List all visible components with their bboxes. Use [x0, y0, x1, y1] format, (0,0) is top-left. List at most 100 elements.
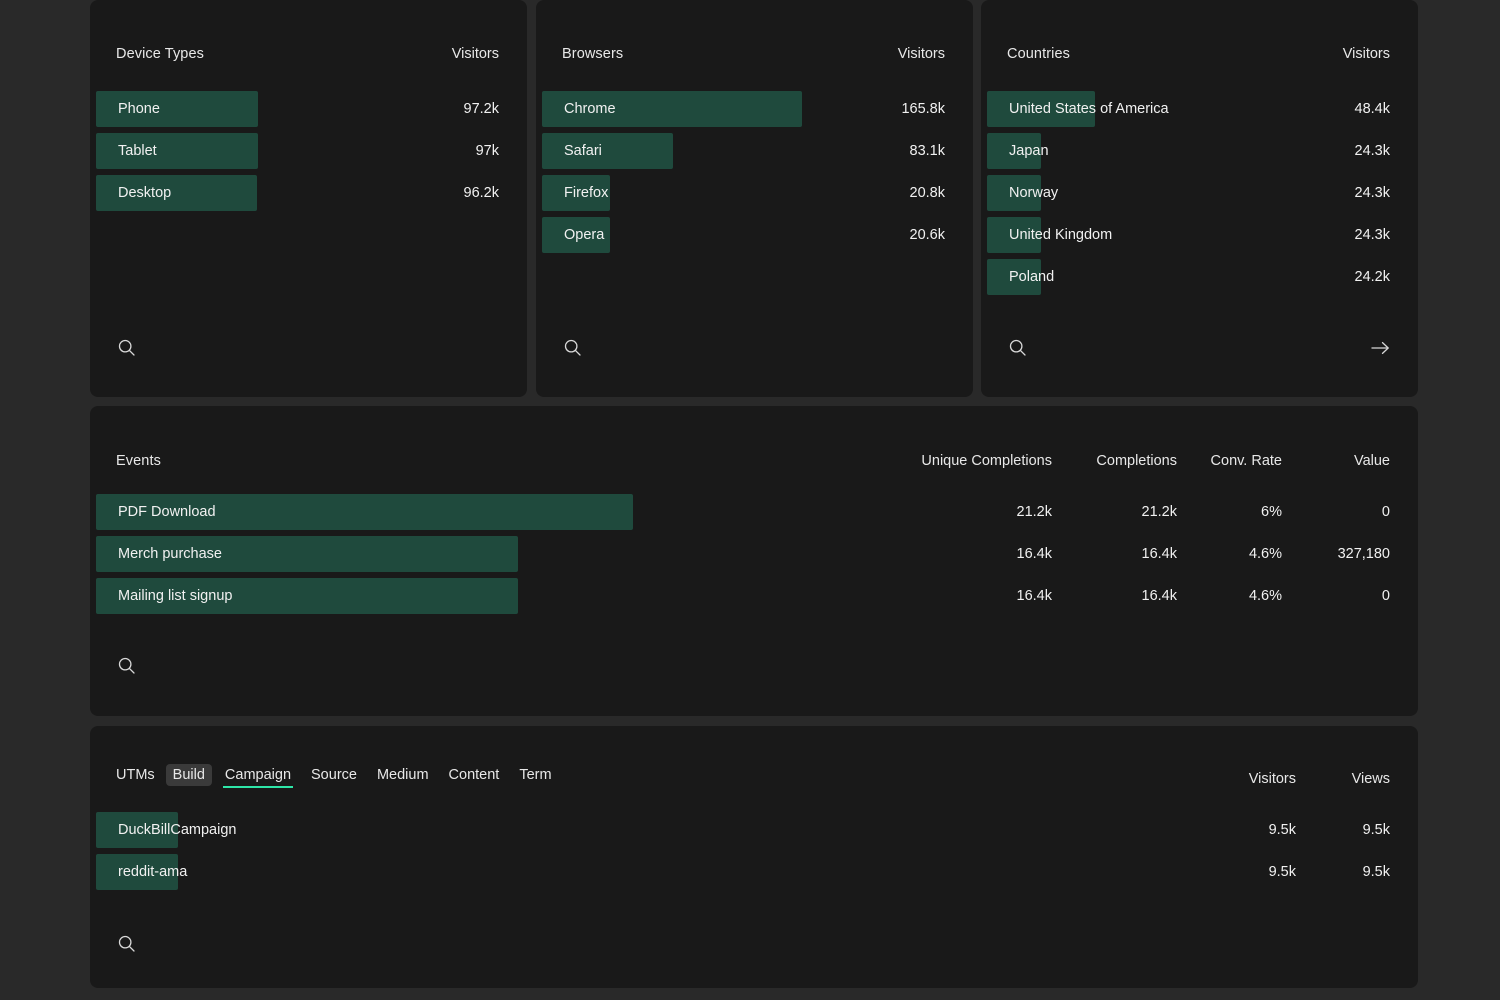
table-row[interactable]: Chrome 165.8k	[542, 91, 945, 127]
row-label: reddit-ama	[118, 864, 188, 880]
row-values: 48.4k	[1294, 91, 1390, 127]
row-values: 97.2k	[403, 91, 499, 127]
row-label: Chrome	[564, 101, 616, 117]
row-values: 97k	[403, 133, 499, 169]
table-row[interactable]: Merch purchase 16.4k 16.4k 4.6% 327,180	[96, 536, 1390, 572]
row-views: 9.5k	[1362, 864, 1390, 880]
row-completions: 21.2k	[1141, 504, 1177, 520]
row-conv-rate: 6%	[1261, 504, 1282, 520]
countries-metric-label: Visitors	[1342, 46, 1390, 62]
table-row[interactable]: Safari 83.1k	[542, 133, 945, 169]
table-row[interactable]: Opera 20.6k	[542, 217, 945, 253]
row-label: Firefox	[564, 185, 609, 201]
row-visitors: 97.2k	[463, 101, 499, 117]
row-values: 96.2k	[403, 175, 499, 211]
row-visitors: 9.5k	[1268, 822, 1296, 838]
countries-card: Countries Visitors United States of Amer…	[981, 0, 1418, 397]
countries-header: Countries Visitors	[1007, 44, 1390, 64]
events-col-conv-rate: Conv. Rate	[1210, 453, 1282, 469]
device-types-card: Device Types Visitors Phone 97.2k Tablet…	[90, 0, 527, 397]
search-icon[interactable]	[1007, 337, 1029, 359]
row-conv-rate: 4.6%	[1248, 588, 1282, 604]
row-values: 16.4k 16.4k 4.6% 0	[902, 578, 1390, 614]
tab-term[interactable]: Term	[512, 764, 558, 786]
row-completions: 16.4k	[1141, 546, 1177, 562]
events-col-value: Value	[1353, 453, 1390, 469]
search-icon[interactable]	[116, 933, 138, 955]
row-label: Merch purchase	[118, 546, 222, 562]
device-types-header: Device Types Visitors	[116, 44, 499, 64]
tab-medium[interactable]: Medium	[370, 764, 436, 786]
countries-rows: United States of America 48.4k Japan 24.…	[987, 91, 1390, 301]
tab-source[interactable]: Source	[304, 764, 364, 786]
browsers-metric-label: Visitors	[897, 46, 945, 62]
utm-tab-bar: UTMs Build Campaign Source Medium Conten…	[116, 764, 565, 788]
row-label: Norway	[1009, 185, 1059, 201]
table-row[interactable]: Japan 24.3k	[987, 133, 1390, 169]
row-label: Japan	[1009, 143, 1049, 159]
table-row[interactable]: Tablet 97k	[96, 133, 499, 169]
search-icon[interactable]	[562, 337, 584, 359]
utms-label: UTMs	[116, 767, 155, 783]
row-visitors: 24.2k	[1354, 269, 1390, 285]
row-values: 16.4k 16.4k 4.6% 327,180	[902, 536, 1390, 572]
row-visitors: 24.3k	[1354, 143, 1390, 159]
events-rows: PDF Download 21.2k 21.2k 6% 0 Merch purc…	[96, 494, 1390, 620]
row-values: 20.8k	[849, 175, 945, 211]
row-visitors: 96.2k	[463, 185, 499, 201]
table-row[interactable]: Phone 97.2k	[96, 91, 499, 127]
search-icon[interactable]	[116, 337, 138, 359]
row-visitors: 20.8k	[909, 185, 945, 201]
row-label: United States of America	[1009, 101, 1169, 117]
row-unique-completions: 16.4k	[1016, 588, 1052, 604]
row-unique-completions: 21.2k	[1016, 504, 1052, 520]
table-row[interactable]: PDF Download 21.2k 21.2k 6% 0	[96, 494, 1390, 530]
row-values: 24.2k	[1294, 259, 1390, 295]
events-col-unique-completions: Unique Completions	[921, 453, 1052, 469]
row-value: 0	[1381, 504, 1390, 520]
device-types-metric-label: Visitors	[451, 46, 499, 62]
row-views: 9.5k	[1362, 822, 1390, 838]
row-values: 24.3k	[1294, 217, 1390, 253]
search-icon[interactable]	[116, 655, 138, 677]
table-row[interactable]: Poland 24.2k	[987, 259, 1390, 295]
table-row[interactable]: Norway 24.3k	[987, 175, 1390, 211]
table-row[interactable]: Firefox 20.8k	[542, 175, 945, 211]
row-visitors: 24.3k	[1354, 185, 1390, 201]
utms-col-visitors: Visitors	[1248, 771, 1296, 787]
row-values: 9.5k 9.5k	[1184, 854, 1390, 890]
row-values: 20.6k	[849, 217, 945, 253]
row-label: Mailing list signup	[118, 588, 233, 604]
row-value: 327,180	[1337, 546, 1390, 562]
table-row[interactable]: Mailing list signup 16.4k 16.4k 4.6% 0	[96, 578, 1390, 614]
table-row[interactable]: United Kingdom 24.3k	[987, 217, 1390, 253]
arrow-right-icon[interactable]	[1369, 336, 1393, 360]
table-row[interactable]: reddit-ama 9.5k 9.5k	[96, 854, 1390, 890]
table-row[interactable]: United States of America 48.4k	[987, 91, 1390, 127]
events-title: Events	[116, 453, 161, 469]
utm-build-button[interactable]: Build	[165, 764, 212, 786]
events-card: Events Unique Completions Completions Co…	[90, 406, 1418, 716]
row-label: PDF Download	[118, 504, 216, 520]
row-completions: 16.4k	[1141, 588, 1177, 604]
row-label: Tablet	[118, 143, 157, 159]
tab-content[interactable]: Content	[442, 764, 507, 786]
row-visitors: 165.8k	[901, 101, 945, 117]
row-label: Opera	[564, 227, 605, 243]
row-visitors: 9.5k	[1268, 864, 1296, 880]
countries-title: Countries	[1007, 46, 1070, 62]
row-label: DuckBillCampaign	[118, 822, 237, 838]
row-label: Desktop	[118, 185, 172, 201]
row-values: 165.8k	[849, 91, 945, 127]
row-bar	[542, 133, 674, 169]
analytics-dashboard: Device Types Visitors Phone 97.2k Tablet…	[0, 0, 1500, 1000]
utms-rows: DuckBillCampaign 9.5k 9.5k reddit-ama 9.…	[96, 812, 1390, 896]
row-values: 24.3k	[1294, 133, 1390, 169]
device-types-rows: Phone 97.2k Tablet 97k Desktop 96.2k	[96, 91, 499, 217]
row-conv-rate: 4.6%	[1248, 546, 1282, 562]
tab-campaign[interactable]: Campaign	[218, 764, 298, 788]
table-row[interactable]: Desktop 96.2k	[96, 175, 499, 211]
row-values: 9.5k 9.5k	[1184, 812, 1390, 848]
browsers-card: Browsers Visitors Chrome 165.8k Safari 8…	[536, 0, 973, 397]
table-row[interactable]: DuckBillCampaign 9.5k 9.5k	[96, 812, 1390, 848]
